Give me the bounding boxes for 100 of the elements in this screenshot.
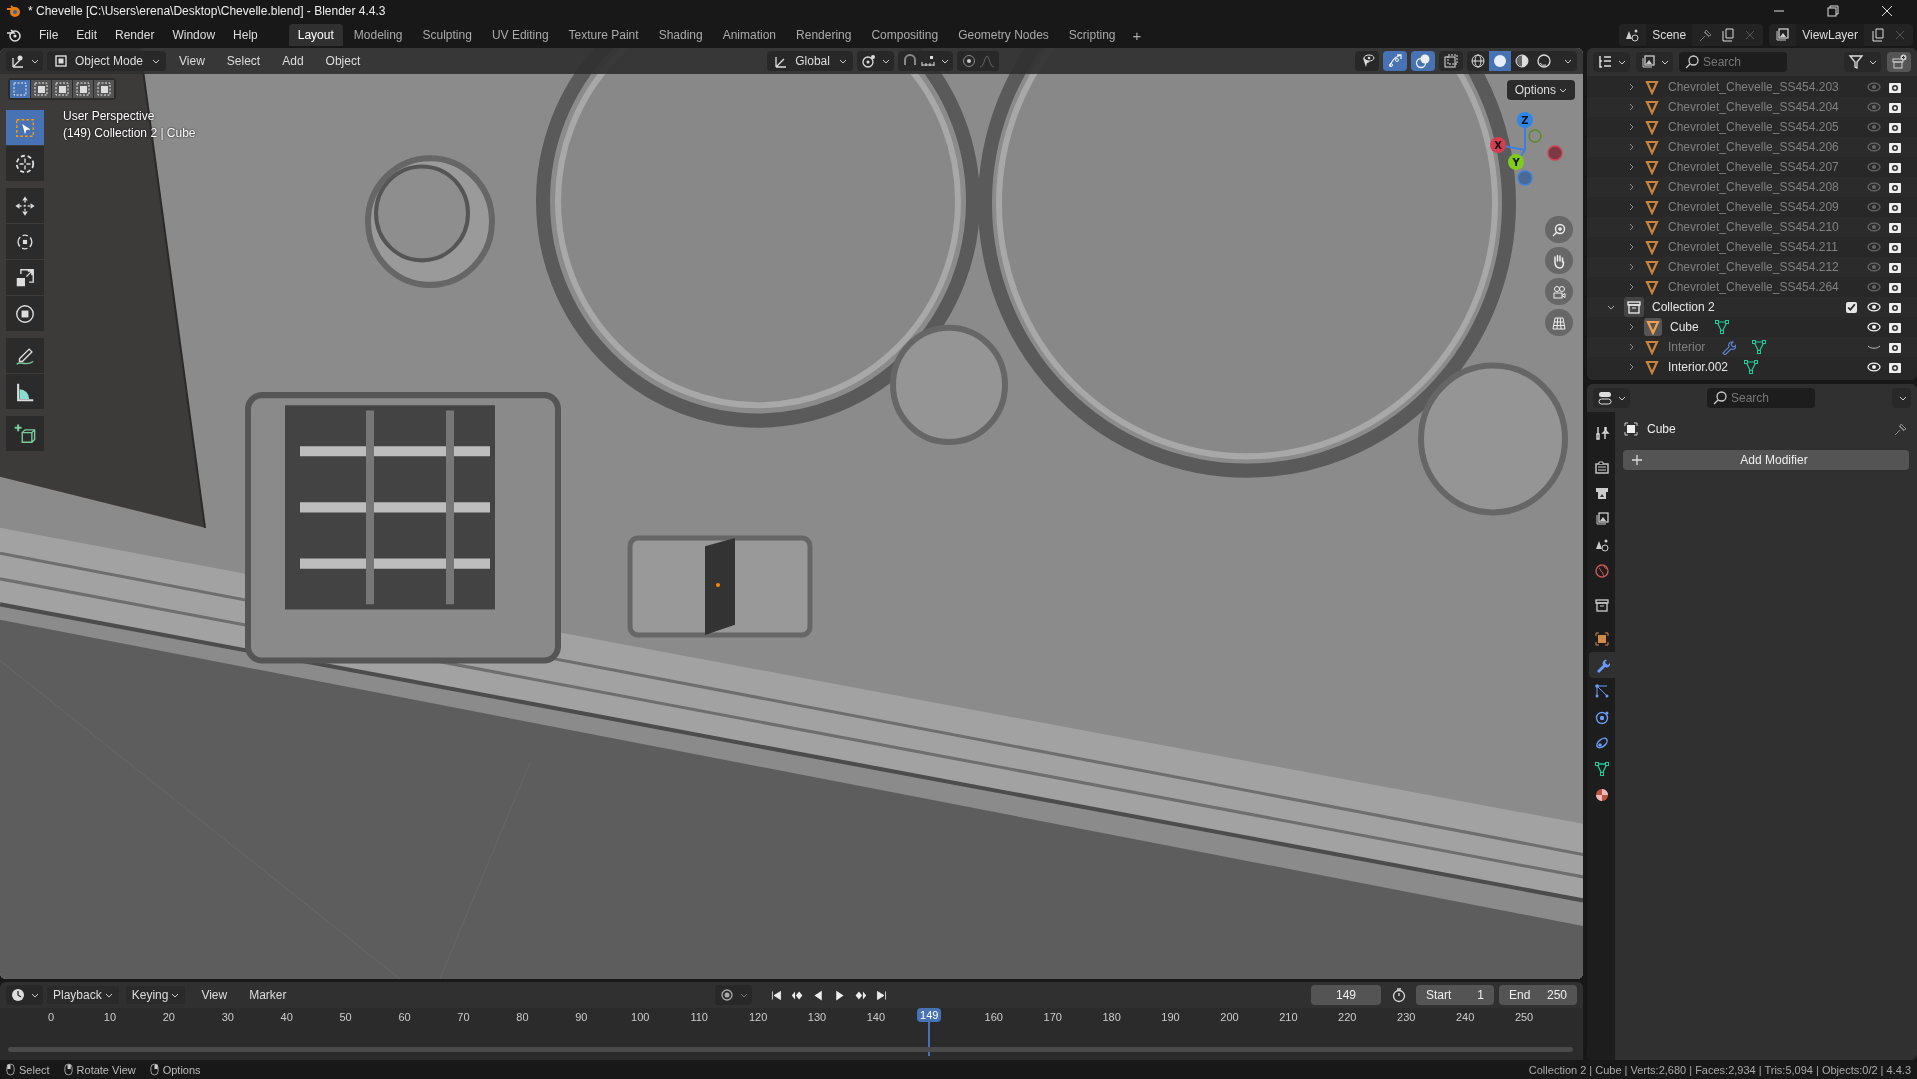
chevron-icon[interactable] bbox=[1627, 203, 1635, 211]
object-name[interactable]: Chevrolet_Chevelle_SS454.210 bbox=[1668, 220, 1839, 234]
workspace-tab[interactable]: Modeling bbox=[344, 24, 412, 46]
workspace-tab[interactable]: Sculpting bbox=[413, 24, 481, 46]
mesh-data-icon[interactable] bbox=[1743, 359, 1760, 375]
chevron-icon[interactable] bbox=[1627, 183, 1635, 191]
menu-item[interactable]: Render bbox=[106, 25, 164, 45]
object-name[interactable]: Cube bbox=[1670, 320, 1699, 334]
workspace-tab[interactable]: Shading bbox=[649, 24, 712, 46]
tool-button[interactable] bbox=[6, 260, 44, 295]
axis-handle[interactable]: X bbox=[1490, 137, 1506, 153]
chevron-icon[interactable] bbox=[1627, 283, 1635, 291]
filter-dropdown[interactable] bbox=[1844, 52, 1881, 72]
chevron-icon[interactable] bbox=[1607, 303, 1615, 311]
pivot-button[interactable] bbox=[856, 51, 894, 71]
chevron-icon[interactable] bbox=[1627, 163, 1635, 171]
properties-tab[interactable] bbox=[1589, 652, 1615, 678]
chevron-icon[interactable] bbox=[1627, 83, 1635, 91]
menu-item[interactable]: Help bbox=[224, 25, 267, 45]
menu-item[interactable]: File bbox=[30, 25, 68, 45]
outliner-row[interactable]: Chevrolet_Chevelle_SS454.264 bbox=[1587, 277, 1917, 297]
chevron-icon[interactable] bbox=[1627, 243, 1635, 251]
workspace-tab[interactable]: Animation bbox=[713, 24, 786, 46]
outliner-row[interactable]: Chevrolet_Chevelle_SS454.203 bbox=[1587, 77, 1917, 97]
wrench-icon[interactable] bbox=[1720, 339, 1737, 355]
curve-arrow-toggle[interactable] bbox=[1383, 51, 1407, 71]
mesh-data-icon[interactable] bbox=[1713, 319, 1730, 335]
tool-button[interactable] bbox=[6, 146, 44, 181]
proportional-edit-button[interactable] bbox=[956, 51, 999, 71]
object-name[interactable]: Chevrolet_Chevelle_SS454.209 bbox=[1668, 200, 1839, 214]
chevron-icon[interactable] bbox=[1627, 123, 1635, 131]
checkbox[interactable] bbox=[1846, 301, 1857, 313]
chevron-icon[interactable] bbox=[1627, 343, 1635, 351]
outliner-row[interactable]: Cube bbox=[1587, 317, 1917, 337]
menu-item[interactable]: Object bbox=[316, 51, 370, 71]
workspace-tab[interactable]: Texture Paint bbox=[559, 24, 648, 46]
object-name[interactable]: Chevrolet_Chevelle_SS454.204 bbox=[1668, 100, 1839, 114]
menu-item[interactable]: Marker bbox=[240, 985, 296, 1005]
menu-item[interactable]: Window bbox=[163, 25, 225, 45]
orientation-dropdown[interactable]: Global bbox=[767, 51, 853, 71]
chevron-icon[interactable] bbox=[1627, 143, 1635, 151]
mesh-data-icon[interactable] bbox=[1751, 339, 1768, 355]
grid-view-button[interactable] bbox=[1545, 309, 1573, 336]
outliner-row[interactable]: Chevrolet_Chevelle_SS454.209 bbox=[1587, 197, 1917, 217]
snap-button[interactable] bbox=[897, 51, 953, 71]
workspace-tab[interactable]: Compositing bbox=[862, 24, 948, 46]
selection-mode-button[interactable] bbox=[31, 80, 51, 98]
layer-filter-dropdown[interactable] bbox=[1636, 52, 1673, 72]
axis-handle[interactable] bbox=[1528, 129, 1542, 143]
selection-mode-button[interactable] bbox=[94, 80, 114, 98]
object-name[interactable]: Interior.002 bbox=[1668, 360, 1729, 374]
menu-item[interactable]: View bbox=[170, 51, 214, 71]
auto-key-button[interactable] bbox=[715, 985, 753, 1005]
object-name[interactable]: Chevrolet_Chevelle_SS454.206 bbox=[1668, 140, 1839, 154]
view-layer-selector[interactable]: ViewLayer bbox=[1769, 24, 1913, 46]
mode-dropdown[interactable]: Object Mode bbox=[47, 51, 167, 71]
chevron-icon[interactable] bbox=[1627, 223, 1635, 231]
selection-mode-button[interactable] bbox=[52, 80, 72, 98]
menu-item[interactable]: Keying bbox=[125, 986, 186, 1004]
pin-icon[interactable] bbox=[1893, 421, 1909, 437]
workspace-tab[interactable]: Geometry Nodes bbox=[949, 24, 1058, 46]
new-collection-button[interactable] bbox=[1887, 52, 1911, 72]
axis-handle[interactable]: Y bbox=[1508, 154, 1524, 170]
display-mode-dropdown[interactable] bbox=[1593, 52, 1630, 72]
current-frame-field[interactable]: 149 bbox=[1311, 985, 1381, 1005]
blender-logo-icon[interactable] bbox=[6, 27, 22, 43]
duplicate-icon[interactable] bbox=[1870, 27, 1886, 43]
menu-item[interactable]: View bbox=[192, 985, 237, 1005]
object-name[interactable]: Chevrolet_Chevelle_SS454.203 bbox=[1668, 80, 1839, 94]
xray-squares-toggle[interactable] bbox=[1439, 51, 1463, 71]
restore-icon[interactable] bbox=[1827, 5, 1839, 17]
tool-button[interactable] bbox=[6, 224, 44, 259]
eye-pointer-toggle[interactable] bbox=[1355, 51, 1379, 71]
axis-handle[interactable] bbox=[1517, 170, 1533, 186]
chevron-icon[interactable] bbox=[1627, 103, 1635, 111]
tool-button[interactable] bbox=[6, 338, 44, 373]
options-dropdown[interactable]: Options bbox=[1506, 80, 1575, 100]
editor-type-button[interactable] bbox=[6, 985, 43, 1005]
object-name[interactable]: Chevrolet_Chevelle_SS454.208 bbox=[1668, 180, 1839, 194]
outliner-row[interactable]: Chevrolet_Chevelle_SS454.207 bbox=[1587, 157, 1917, 177]
chevron-icon[interactable] bbox=[1627, 363, 1635, 371]
collection-name[interactable]: Collection 2 bbox=[1652, 300, 1715, 314]
object-name[interactable]: Chevrolet_Chevelle_SS454.264 bbox=[1668, 280, 1839, 294]
selection-mode-button[interactable] bbox=[73, 80, 93, 98]
close-icon[interactable] bbox=[1881, 5, 1893, 17]
object-name[interactable]: Interior bbox=[1668, 340, 1706, 354]
outliner-row[interactable]: Chevrolet_Chevelle_SS454.205 bbox=[1587, 117, 1917, 137]
add-workspace-button[interactable]: + bbox=[1126, 24, 1148, 46]
start-frame-field[interactable]: Start 1 bbox=[1416, 985, 1494, 1005]
workspace-tab[interactable]: Layout bbox=[288, 24, 343, 46]
tool-button[interactable] bbox=[6, 188, 44, 223]
search-field[interactable]: Search bbox=[1679, 52, 1787, 72]
editor-type-button[interactable] bbox=[6, 51, 43, 71]
outliner-row[interactable]: Interior.002 bbox=[1587, 357, 1917, 377]
add-modifier-button[interactable]: Add Modifier bbox=[1623, 450, 1909, 470]
menu-item[interactable]: Select bbox=[217, 51, 270, 71]
menu-item[interactable]: Playback bbox=[47, 986, 119, 1004]
axis-handle[interactable] bbox=[1547, 145, 1563, 161]
outliner-row[interactable]: Chevrolet_Chevelle_SS454.211 bbox=[1587, 237, 1917, 257]
stopwatch-icon[interactable] bbox=[1391, 987, 1407, 1003]
